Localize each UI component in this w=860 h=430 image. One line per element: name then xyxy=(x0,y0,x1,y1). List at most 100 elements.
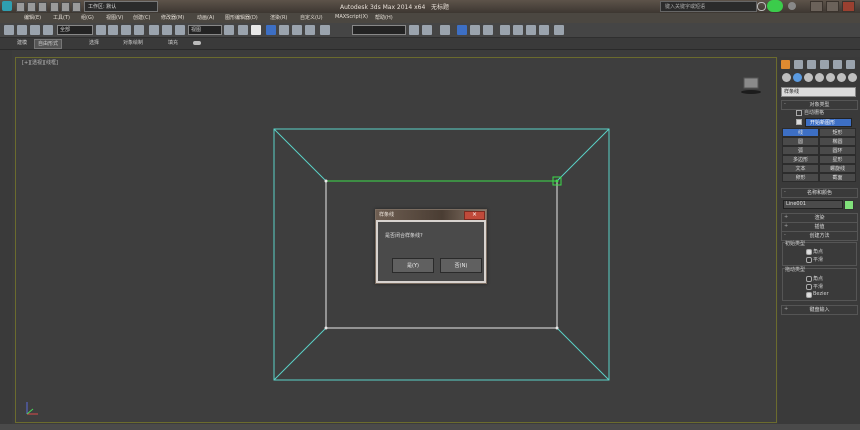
close-button[interactable] xyxy=(842,1,855,12)
lights-icon[interactable] xyxy=(804,73,813,82)
select-object-icon[interactable] xyxy=(96,25,106,35)
object-button-donut[interactable]: 圆环 xyxy=(819,146,856,155)
menu-views[interactable]: 视图(V) xyxy=(106,14,123,21)
named-selection-dropdown[interactable] xyxy=(352,25,406,35)
menu-modifiers[interactable]: 修改器(M) xyxy=(161,14,184,21)
drag-smooth-radio[interactable] xyxy=(806,284,812,290)
hierarchy-panel-icon[interactable] xyxy=(807,60,816,69)
object-button-text[interactable]: 文本 xyxy=(782,164,819,173)
scale-icon[interactable] xyxy=(175,25,185,35)
create-panel-icon[interactable] xyxy=(781,60,790,69)
keyboard-entry-rollout[interactable]: + 键盘输入 xyxy=(781,305,858,315)
bind-space-warp-icon[interactable] xyxy=(43,25,53,35)
render-setup-icon[interactable] xyxy=(513,25,523,35)
spinner-snap-icon[interactable] xyxy=(305,25,315,35)
menu-animation[interactable]: 动画(A) xyxy=(197,14,214,21)
systems-icon[interactable] xyxy=(848,73,857,82)
render-in-cloud-icon[interactable] xyxy=(554,25,564,35)
object-button-egg[interactable]: 卵形 xyxy=(782,173,819,182)
display-panel-icon[interactable] xyxy=(833,60,842,69)
mirror-icon[interactable] xyxy=(409,25,419,35)
new-file-icon[interactable] xyxy=(16,2,25,12)
move-icon[interactable] xyxy=(149,25,159,35)
select-by-name-icon[interactable] xyxy=(108,25,118,35)
reference-coordinate-dropdown[interactable]: 视图 xyxy=(188,25,222,35)
snaps-toggle-icon[interactable] xyxy=(266,25,276,35)
keyboard-shortcut-override-icon[interactable] xyxy=(251,25,261,35)
yes-button[interactable]: 是(Y) xyxy=(392,258,434,273)
layer-manager-icon[interactable] xyxy=(440,25,450,35)
menu-customize[interactable]: 自定义(U) xyxy=(300,14,323,21)
link-icon[interactable] xyxy=(17,25,27,35)
tab-freeform[interactable]: 自由形式 xyxy=(34,39,63,49)
help-icon[interactable] xyxy=(788,2,796,10)
pivot-center-icon[interactable] xyxy=(224,25,234,35)
align-icon[interactable] xyxy=(422,25,432,35)
app-logo-icon[interactable] xyxy=(2,1,12,11)
undo-icon[interactable] xyxy=(50,2,59,12)
tab-modeling[interactable]: 建模 xyxy=(14,39,30,47)
space-warps-icon[interactable] xyxy=(837,73,846,82)
object-name-input[interactable]: Line001 xyxy=(783,200,843,209)
schematic-view-icon[interactable] xyxy=(483,25,493,35)
timeline-strip[interactable] xyxy=(0,424,860,430)
cameras-icon[interactable] xyxy=(815,73,824,82)
curve-editor-icon[interactable] xyxy=(470,25,480,35)
window-crossing-icon[interactable] xyxy=(134,25,144,35)
drag-corner-radio[interactable] xyxy=(806,276,812,282)
menu-rendering[interactable]: 渲染(R) xyxy=(270,14,287,21)
object-color-swatch[interactable] xyxy=(844,200,854,210)
search-input[interactable]: 键入关键字或短语 xyxy=(660,1,757,12)
minimize-button[interactable] xyxy=(810,1,823,12)
tab-populate[interactable]: 填充 xyxy=(165,39,181,47)
object-button-ngon[interactable]: 多边形 xyxy=(782,155,819,164)
save-file-icon[interactable] xyxy=(38,2,47,12)
object-button-rectangle[interactable]: 矩形 xyxy=(819,128,856,137)
menu-help[interactable]: 帮助(H) xyxy=(375,14,393,21)
search-icon[interactable] xyxy=(757,2,766,11)
object-button-section[interactable]: 截面 xyxy=(819,173,856,182)
object-button-star[interactable]: 星形 xyxy=(819,155,856,164)
rotate-icon[interactable] xyxy=(162,25,172,35)
shapes-icon[interactable] xyxy=(793,73,802,82)
helpers-icon[interactable] xyxy=(826,73,835,82)
view-cube-face[interactable] xyxy=(743,77,759,89)
user-account-icon[interactable] xyxy=(767,0,783,12)
render-production-icon[interactable] xyxy=(539,25,549,35)
modify-panel-icon[interactable] xyxy=(794,60,803,69)
edit-named-selection-icon[interactable] xyxy=(320,25,330,35)
undo-toolbar-icon[interactable] xyxy=(4,25,14,35)
start-new-shape-button[interactable]: 开始新图形 xyxy=(805,118,852,127)
view-cube-ring[interactable] xyxy=(741,90,761,94)
selection-filter-dropdown[interactable]: 全部 xyxy=(57,25,93,35)
rendered-frame-window-icon[interactable] xyxy=(526,25,536,35)
hold-icon[interactable] xyxy=(72,2,81,12)
object-button-arc[interactable]: 弧 xyxy=(782,146,819,155)
menu-group[interactable]: 组(G) xyxy=(81,14,94,21)
auto-grid-checkbox[interactable] xyxy=(796,110,802,116)
object-button-line[interactable]: 线 xyxy=(782,128,819,137)
menu-maxscript[interactable]: MAXScript(X) xyxy=(335,14,368,20)
graphite-modeling-icon[interactable] xyxy=(457,25,467,35)
workspace-dropdown[interactable]: 工作区: 默认 xyxy=(84,1,158,12)
unlink-icon[interactable] xyxy=(30,25,40,35)
geometry-icon[interactable] xyxy=(782,73,791,82)
tab-object-paint[interactable]: 对象绘制 xyxy=(120,39,146,47)
ribbon-options-icon[interactable] xyxy=(193,41,201,45)
redo-icon[interactable] xyxy=(61,2,70,12)
no-button[interactable]: 否(N) xyxy=(440,258,482,273)
open-file-icon[interactable] xyxy=(27,2,36,12)
menu-create[interactable]: 创建(C) xyxy=(133,14,150,21)
menu-graph-editors[interactable]: 图形编辑器(D) xyxy=(225,14,258,21)
dialog-close-button[interactable]: × xyxy=(464,211,485,220)
menu-edit[interactable]: 编辑(E) xyxy=(24,14,41,21)
view-cube-icon[interactable] xyxy=(741,77,761,94)
drag-bezier-radio[interactable] xyxy=(806,292,812,298)
start-new-shape-checkbox[interactable] xyxy=(796,119,802,125)
select-manipulate-icon[interactable] xyxy=(238,25,248,35)
initial-corner-radio[interactable] xyxy=(806,249,812,255)
name-color-rollout[interactable]: - 名称和颜色 xyxy=(781,188,858,198)
tab-selection[interactable]: 选择 xyxy=(86,39,102,47)
percent-snap-icon[interactable] xyxy=(292,25,302,35)
menu-tools[interactable]: 工具(T) xyxy=(53,14,70,21)
